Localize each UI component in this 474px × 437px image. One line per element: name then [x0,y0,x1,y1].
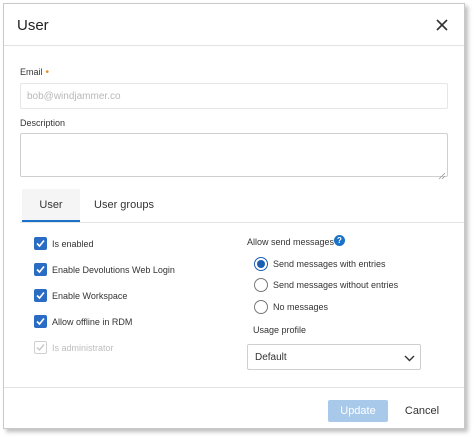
is-enabled-label: Is enabled [52,239,94,249]
radio-send-with-entries-label: Send messages with entries [273,259,386,269]
usage-profile-value: Default [255,352,287,363]
radio-no-messages[interactable] [254,300,268,314]
checkmark-icon [36,317,45,326]
is-administrator-label: Is administrator [52,343,114,353]
enable-workspace-label: Enable Workspace [52,291,128,301]
enable-web-login-checkbox[interactable] [34,263,47,276]
usage-profile-select[interactable]: Default [247,344,421,370]
radio-send-without-entries[interactable] [254,278,268,292]
tab-user-groups[interactable]: User groups [86,189,162,222]
email-label: Email • [20,67,50,78]
help-icon[interactable]: ? [334,235,345,246]
enable-web-login-label: Enable Devolutions Web Login [52,265,175,275]
description-label: Description [20,118,66,128]
enable-workspace-checkbox[interactable] [34,289,47,302]
allow-offline-checkbox[interactable] [34,315,47,328]
checkmark-icon [36,265,45,274]
radio-send-with-entries[interactable] [254,257,268,271]
tabs-divider [20,222,464,223]
required-marker: • [45,67,50,78]
allow-send-messages-label: Allow send messages [247,237,335,247]
is-administrator-checkbox [34,341,47,354]
resize-grip-icon[interactable] [438,167,446,180]
checkmark-icon [36,344,45,352]
checkmark-icon [36,239,45,248]
email-field[interactable] [20,83,448,109]
chevron-down-icon [404,355,415,362]
tab-user[interactable]: User [22,189,80,222]
close-icon[interactable] [432,15,452,35]
footer-divider [4,387,464,388]
cancel-button[interactable]: Cancel [402,400,442,422]
dialog-title: User [17,17,49,34]
usage-profile-label: Usage profile [253,325,307,335]
description-field[interactable] [20,133,448,177]
checkmark-icon [36,291,45,300]
radio-no-messages-label: No messages [273,302,329,312]
update-button[interactable]: Update [328,400,388,422]
header-divider [4,45,464,46]
user-dialog: User Email• Description User User groups… [3,3,465,429]
allow-offline-label: Allow offline in RDM [52,317,133,327]
is-enabled-checkbox[interactable] [34,237,47,250]
radio-send-without-entries-label: Send messages without entries [273,280,399,290]
